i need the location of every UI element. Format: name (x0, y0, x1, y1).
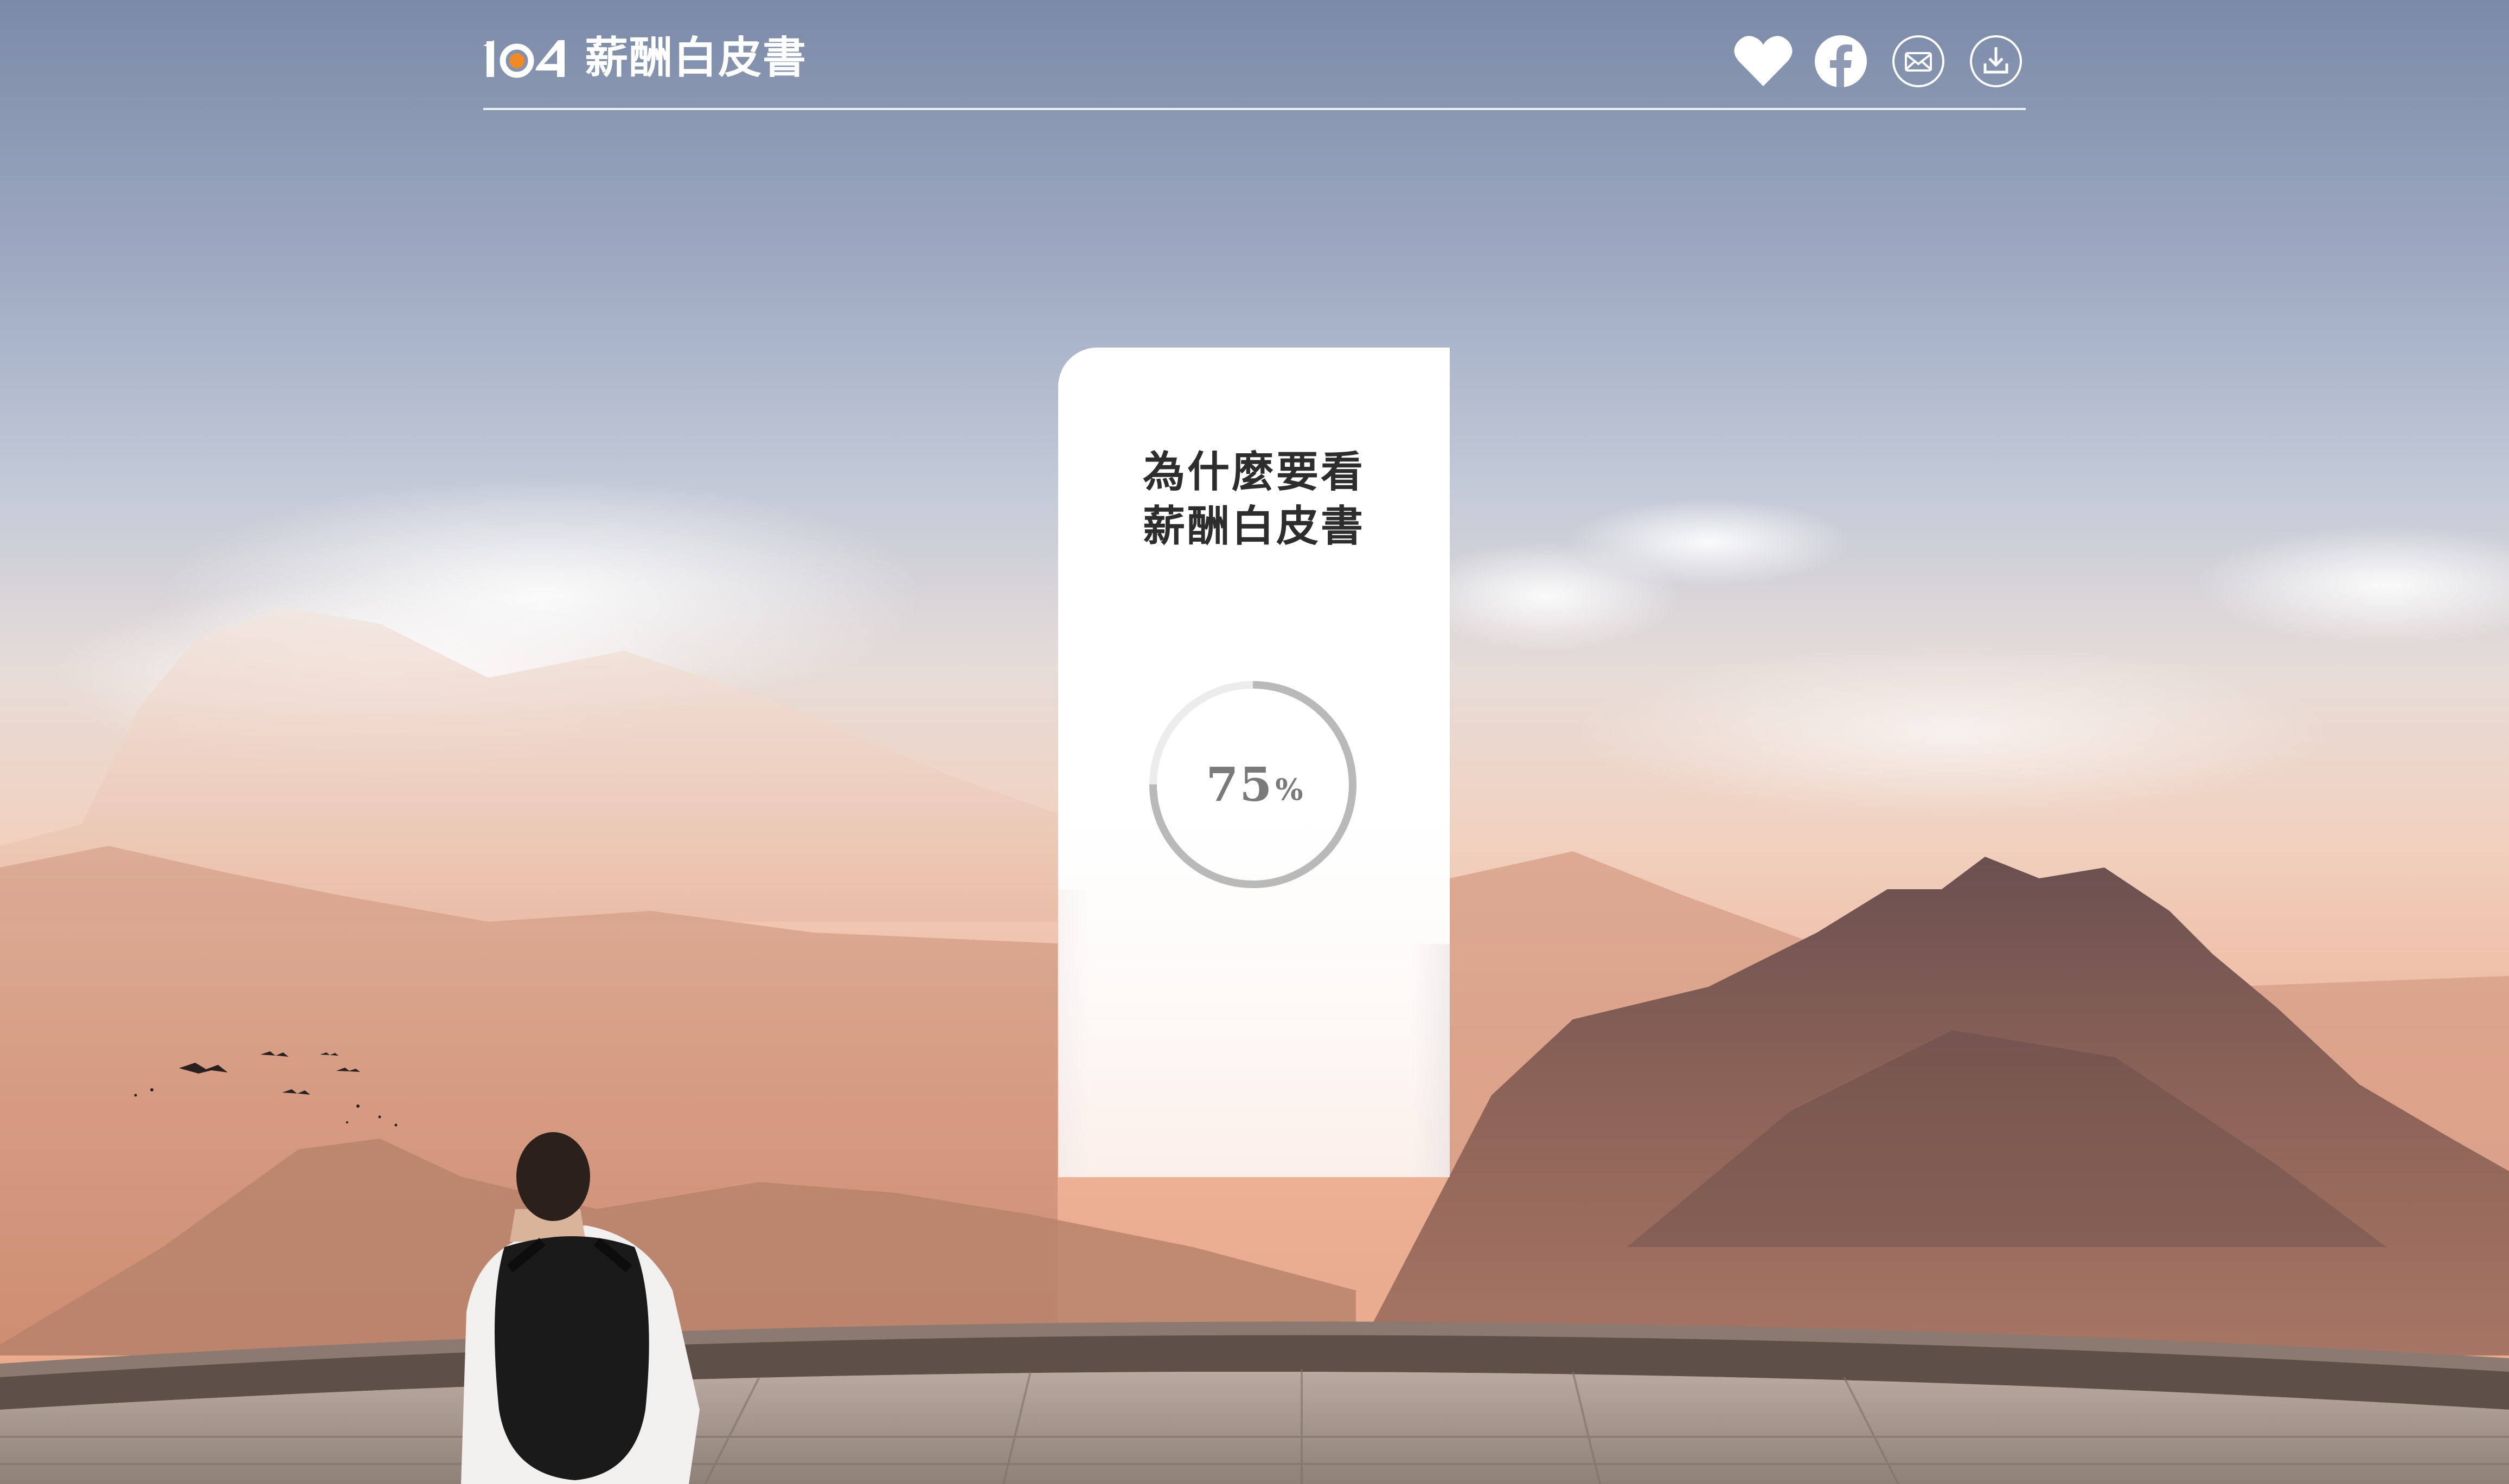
progress-value: 75% (1147, 678, 1359, 891)
download-icon[interactable] (1966, 31, 2026, 91)
heart-icon[interactable] (1733, 31, 1793, 91)
brand-title: 薪酬白皮書 (585, 33, 807, 83)
progress-number: 75 (1206, 757, 1273, 812)
card-title-line1: 為什麼要看 (1142, 447, 1365, 497)
header-divider (483, 108, 2026, 110)
logo-104-mark (483, 28, 573, 88)
top-header: 薪酬白皮書 (483, 0, 2026, 110)
brand-logo[interactable]: 薪酬白皮書 (483, 28, 807, 88)
card-shadow-right (1412, 944, 1450, 1177)
loading-progress-ring: 75% (1147, 678, 1359, 891)
card-title: 為什麼要看 薪酬白皮書 (1058, 445, 1450, 554)
mail-icon[interactable] (1889, 31, 1948, 91)
card-title-line2: 薪酬白皮書 (1142, 502, 1365, 551)
header-actions (1733, 31, 2026, 91)
facebook-icon[interactable] (1811, 31, 1871, 91)
progress-percent-sign: % (1275, 772, 1303, 807)
intro-card: 為什麼要看 薪酬白皮書 75% (1058, 348, 1450, 1177)
card-shadow-left (1058, 890, 1091, 1177)
